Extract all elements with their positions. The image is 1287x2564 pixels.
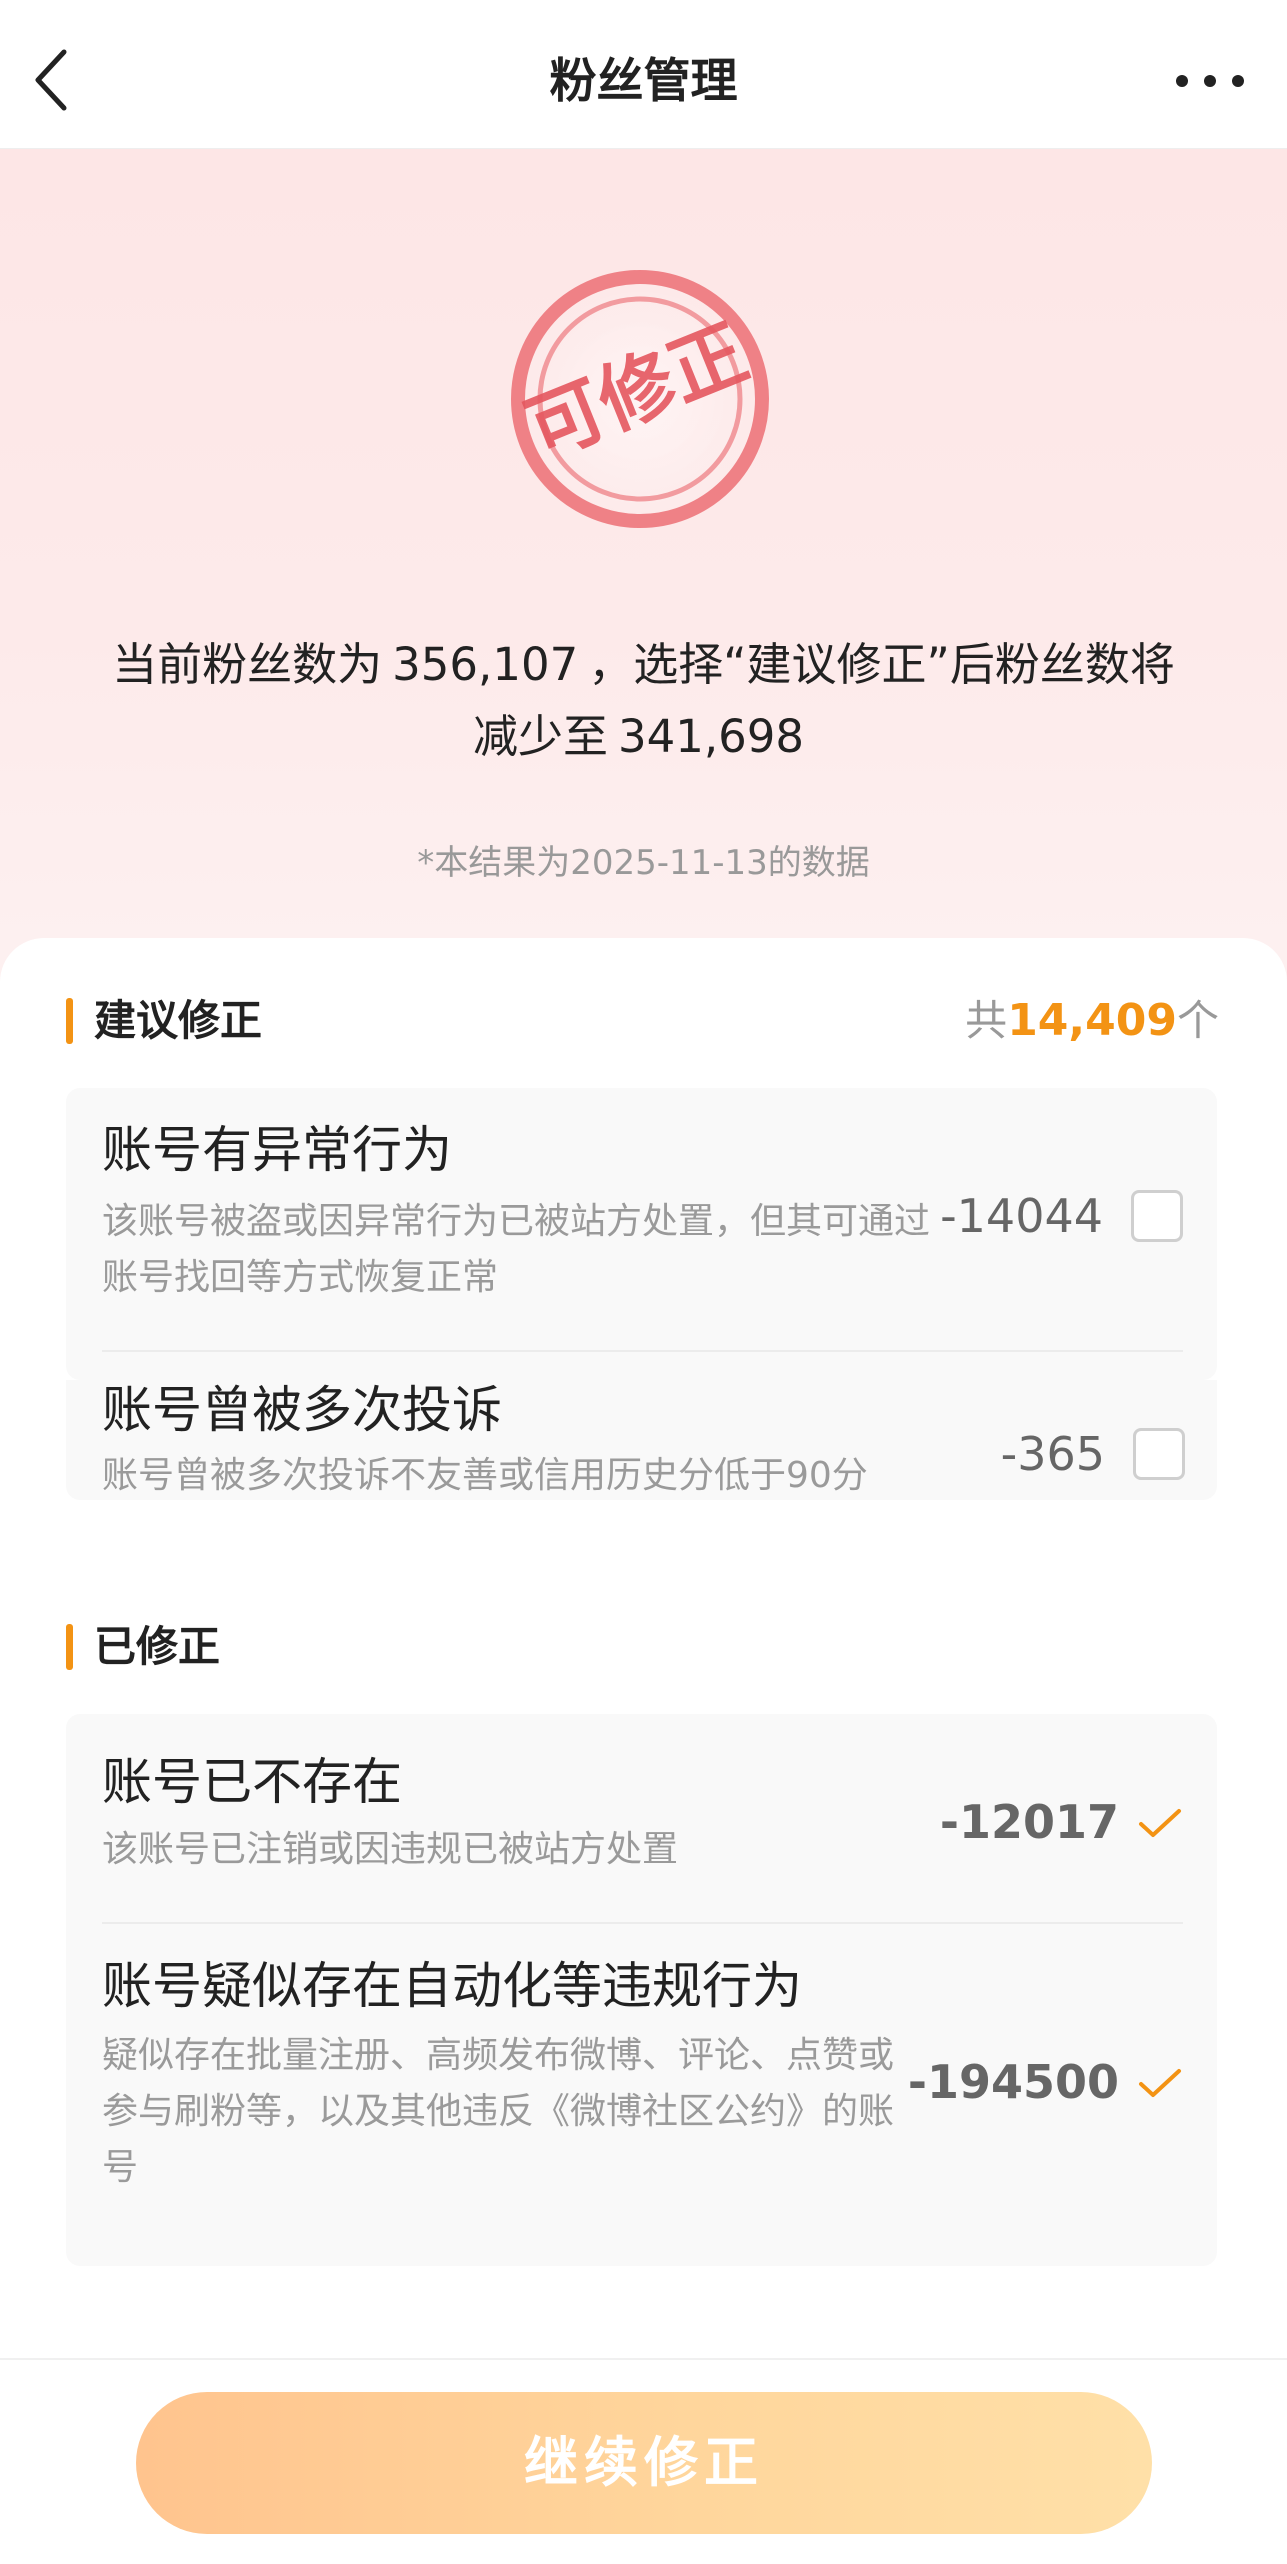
- item-divider: [102, 1922, 1183, 1924]
- content-sheet: 建议修正 共14,409个 账号有异常行为 该账号被盗或因异常行为已被站方处置，…: [0, 938, 1287, 2358]
- footer-divider: [0, 2358, 1287, 2360]
- corrected-section-title: 已修正: [94, 1622, 221, 1671]
- page-title: 粉丝管理: [549, 54, 738, 109]
- more-button[interactable]: [1172, 66, 1248, 96]
- item-title: 账号疑似存在自动化等违规行为: [102, 1957, 802, 2015]
- item-title: 账号有异常行为: [102, 1121, 452, 1179]
- section-accent-bar: [66, 998, 73, 1044]
- suggested-card: 账号有异常行为 该账号被盗或因异常行为已被站方处置，但其可通过账号找回等方式恢复…: [66, 1088, 1217, 1380]
- list-item-multiple-complaints[interactable]: 账号曾被多次投诉 账号曾被多次投诉不友善或信用历史分低于90分 -365: [102, 1378, 1185, 1528]
- check-icon: [1139, 1809, 1181, 1837]
- item-description: 该账号已注销或因违规已被站方处置: [102, 1829, 679, 1870]
- item-checkbox[interactable]: [1131, 1190, 1183, 1242]
- item-description: 该账号被盗或因异常行为已被站方处置，但其可通过账号找回等方式恢复正常: [102, 1201, 931, 1298]
- suggested-section-header: 建议修正 共14,409个: [66, 992, 1219, 1048]
- item-value: -365: [1000, 1427, 1105, 1481]
- summary-prefix: 当前粉丝数为: [112, 638, 383, 691]
- item-divider: [102, 1350, 1183, 1352]
- bottom-safe-area: [0, 2540, 1287, 2564]
- section-accent-bar: [66, 1624, 73, 1670]
- list-item-abnormal-behavior[interactable]: 账号有异常行为 该账号被盗或因异常行为已被站方处置，但其可通过账号找回等方式恢复…: [102, 1118, 1183, 1308]
- item-title: 账号已不存在: [102, 1753, 402, 1811]
- suggested-section-title: 建议修正: [94, 996, 263, 1045]
- data-date-note: *本结果为2025-11-13的数据: [417, 843, 870, 883]
- corrected-card: 账号已不存在 该账号已注销或因违规已被站方处置 -12017 账号疑似存在自动化…: [66, 1714, 1217, 2266]
- stamp-seal: 可修正: [500, 259, 780, 539]
- item-checkbox[interactable]: [1133, 1428, 1185, 1480]
- more-horizontal-icon: [1176, 75, 1244, 87]
- list-item-automated-violation: 账号疑似存在自动化等违规行为 疑似存在批量注册、高频发布微博、评论、点赞或参与刷…: [102, 1954, 1183, 2224]
- item-description: 账号曾被多次投诉不友善或信用历史分低于90分: [102, 1455, 868, 1496]
- list-item-account-not-exist: 账号已不存在 该账号已注销或因违规已被站方处置 -12017: [102, 1750, 1183, 1900]
- check-icon: [1139, 2069, 1181, 2097]
- corrected-section-header: 已修正: [66, 1618, 1219, 1674]
- after-fans-count: 341,698: [617, 710, 805, 763]
- hero-section: 可修正 当前粉丝数为 356,107 ，选择“建议修正”后粉丝数将减少至 341,69…: [0, 149, 1287, 1009]
- item-description: 疑似存在批量注册、高频发布微博、评论、点赞或参与刷粉等，以及其他违反《微博社区公…: [102, 2035, 895, 2188]
- suggested-total-count: 共14,409个: [965, 995, 1219, 1046]
- continue-correction-button[interactable]: 继续修正: [136, 2392, 1152, 2534]
- item-value: -12017: [939, 1795, 1119, 1849]
- item-value: -14044: [940, 1189, 1103, 1243]
- item-title: 账号曾被多次投诉: [102, 1381, 502, 1439]
- item-value: -194500: [907, 2055, 1119, 2109]
- suggested-count-number: 14,409: [1007, 995, 1177, 1046]
- current-fans-count: 356,107: [392, 638, 579, 691]
- nav-bar: 粉丝管理: [0, 0, 1287, 149]
- fans-summary: 当前粉丝数为 356,107 ，选择“建议修正”后粉丝数将减少至 341,698: [90, 629, 1197, 773]
